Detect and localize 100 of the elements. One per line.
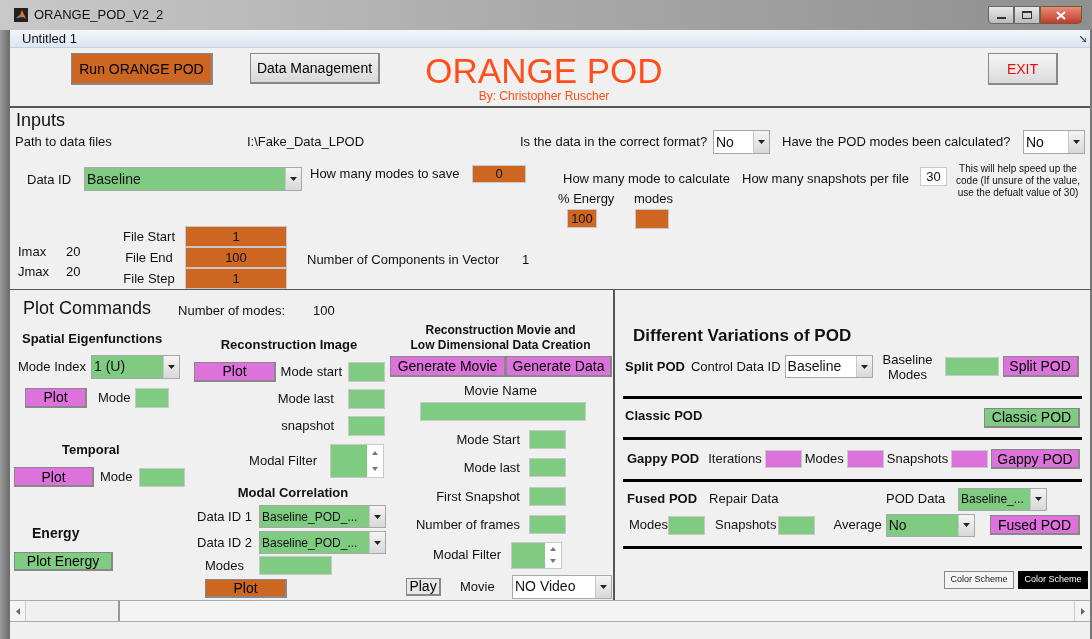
scrollbar-thumb[interactable]	[26, 601, 120, 621]
play-button[interactable]: Play	[406, 577, 441, 596]
spin-field[interactable]	[330, 443, 384, 478]
fused-pod-button[interactable]: Fused POD	[990, 515, 1080, 535]
split-pod-button[interactable]: Split POD	[1002, 356, 1079, 377]
caret-icon	[962, 523, 970, 527]
horizontal-scrollbar[interactable]	[10, 600, 1090, 622]
components-value: 1	[522, 250, 530, 269]
file-field[interactable]: 1	[185, 268, 287, 289]
file-field[interactable]: 100	[185, 247, 287, 268]
label: Data ID 1	[196, 507, 253, 526]
gappy-field[interactable]	[764, 450, 802, 468]
modes-field[interactable]	[259, 556, 332, 576]
spin-field[interactable]	[511, 541, 562, 569]
label: Mode last	[277, 389, 334, 408]
label: Number of Components in Vector	[307, 250, 501, 269]
pod-data-dropdown[interactable]: Baseline_...	[958, 487, 1048, 511]
label: Control Data ID	[690, 357, 781, 376]
corner-arrow-icon	[1080, 35, 1086, 42]
file-field[interactable]: 1	[185, 226, 287, 247]
plot-button[interactable]: Plot	[194, 361, 276, 382]
jmax-value: 20	[66, 263, 82, 281]
color-scheme-button[interactable]: Color Scheme	[1018, 570, 1088, 589]
plot-button[interactable]: Plot	[25, 387, 87, 408]
label: File Start	[122, 227, 176, 246]
caret-icon	[374, 540, 381, 545]
modes-field[interactable]	[668, 515, 706, 535]
snapshots-field[interactable]	[778, 515, 816, 535]
mode-field[interactable]	[139, 467, 185, 487]
plot-button[interactable]: Plot	[205, 578, 287, 598]
close-icon	[1056, 10, 1066, 20]
label: Mode start	[280, 362, 342, 381]
movie-name-field[interactable]	[419, 401, 586, 421]
snapshots-field[interactable]: 30	[920, 167, 947, 186]
menu-title: Untitled 1	[22, 29, 77, 48]
label: Modal Filter	[249, 451, 317, 470]
label: How many snapshots per file	[742, 170, 910, 188]
label: Imax	[18, 242, 48, 261]
caret-icon	[758, 140, 765, 144]
movie-dropdown[interactable]: NO Video	[512, 574, 612, 599]
section-title: Different Variations of POD	[633, 325, 853, 347]
label: Have the POD modes been calculated?	[782, 133, 1012, 152]
group-title: Temporal	[62, 440, 121, 459]
down-arrow-icon	[550, 559, 556, 564]
app-logo-icon	[14, 8, 28, 22]
baseline-modes-field[interactable]	[944, 357, 999, 376]
modes-field[interactable]	[635, 209, 669, 229]
classic-pod-button[interactable]: Classic POD	[984, 407, 1080, 428]
data-id-dropdown[interactable]: Baseline	[84, 167, 302, 191]
label: Number of modes:	[178, 301, 285, 320]
gappy-field[interactable]	[951, 450, 989, 468]
caret-icon	[600, 584, 607, 589]
group-title: Fused POD	[627, 490, 698, 509]
mode-field[interactable]	[135, 387, 169, 408]
exit-button[interactable]: EXIT	[988, 53, 1058, 85]
label: Modes	[804, 450, 844, 469]
format-dropdown[interactable]: No	[713, 130, 770, 154]
right-arrow-icon	[1080, 607, 1085, 615]
run-button[interactable]: Run ORANGE POD	[71, 53, 213, 85]
label: Jmax	[18, 263, 51, 281]
data-management-button[interactable]: Data Management	[250, 53, 380, 84]
reconstruction-field[interactable]	[348, 388, 385, 409]
data-id-dropdown[interactable]: Baseline_POD_...	[259, 505, 386, 528]
data-id-dropdown[interactable]: Baseline_POD_...	[259, 531, 386, 554]
mode-index-dropdown[interactable]: 1 (U)	[91, 354, 180, 379]
group-title: Modal Correlation	[237, 483, 349, 502]
average-dropdown[interactable]: No	[885, 513, 975, 537]
gappy-pod-button[interactable]: Gappy POD	[991, 449, 1080, 469]
minimize-button[interactable]	[988, 6, 1014, 24]
movie-field[interactable]	[529, 486, 566, 506]
modes-dropdown[interactable]: No	[1023, 130, 1085, 154]
label: Data ID 2	[196, 533, 253, 552]
up-arrow-icon	[550, 546, 556, 551]
control-data-dropdown[interactable]: Baseline	[784, 355, 873, 378]
caret-icon	[290, 177, 297, 181]
up-arrow-icon	[372, 450, 378, 455]
generate-button[interactable]: Generate Movie	[390, 356, 506, 377]
author-byline: By: Christopher Ruscher	[478, 90, 610, 103]
color-scheme-button[interactable]: Color Scheme	[944, 570, 1014, 589]
group-title: Gappy POD	[627, 450, 700, 469]
mode-start-field[interactable]	[348, 361, 385, 382]
movie-field[interactable]	[529, 429, 566, 449]
modes-to-save-field[interactable]: 0	[472, 164, 526, 183]
plot-button[interactable]: Plot	[14, 467, 94, 487]
close-button[interactable]	[1040, 6, 1082, 24]
label: POD Data	[886, 490, 947, 509]
label: modes	[634, 189, 674, 208]
gappy-field[interactable]	[846, 450, 884, 468]
reconstruction-field[interactable]	[348, 415, 385, 436]
plot-energy-button[interactable]: Plot Energy	[14, 552, 113, 571]
energy-field[interactable]: 100	[567, 209, 597, 228]
maximize-button[interactable]	[1014, 6, 1040, 24]
movie-field[interactable]	[529, 458, 566, 478]
generate-button[interactable]: Generate Data	[506, 356, 612, 377]
section-title: Plot Commands	[23, 297, 152, 320]
label: File Step	[122, 269, 176, 288]
movie-field[interactable]	[529, 515, 566, 535]
label: Is the data in the correct format?	[520, 133, 709, 152]
label: Movie Name	[464, 382, 537, 400]
caret-icon	[168, 364, 175, 369]
